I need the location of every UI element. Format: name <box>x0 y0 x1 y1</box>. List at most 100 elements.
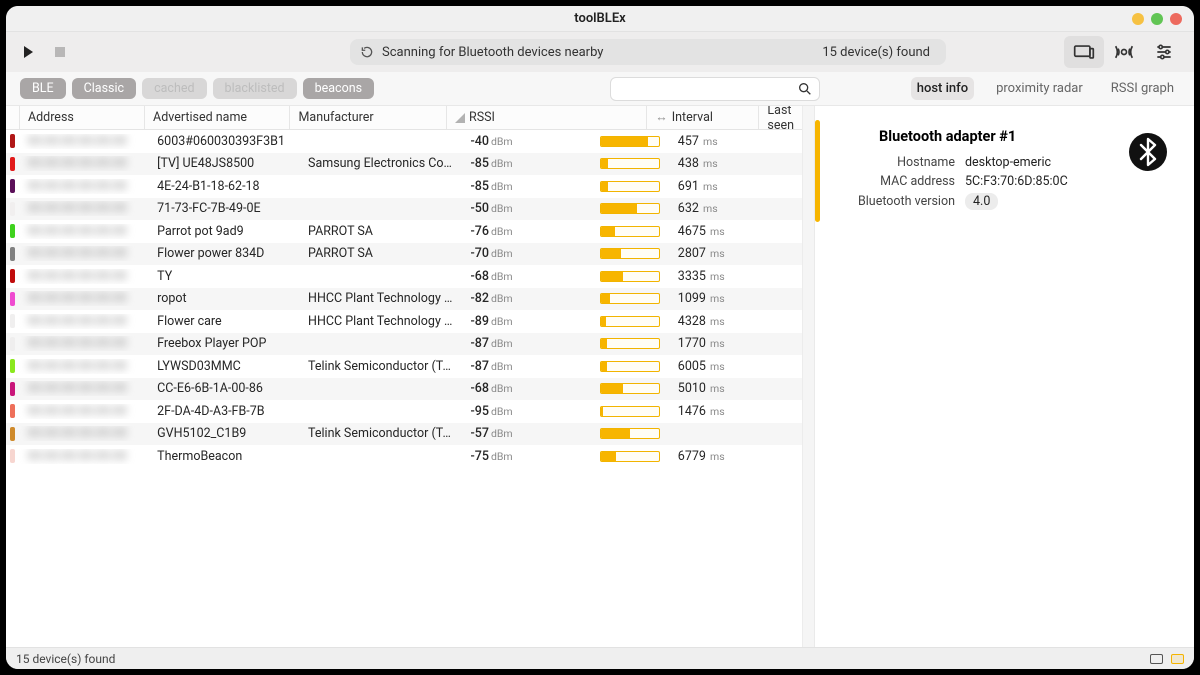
device-rssi: -82 dBm <box>462 291 592 306</box>
view-radar-button[interactable] <box>1104 36 1144 68</box>
device-address: 00:00:00:00:00:00 <box>27 246 126 261</box>
rssi-bar <box>592 316 670 327</box>
device-address: 00:00:00:00:00:00 <box>27 179 126 194</box>
settings-button[interactable] <box>1144 36 1184 68</box>
device-name: Freebox Player POP <box>149 336 300 351</box>
tab-RSSI-graph[interactable]: RSSI graph <box>1105 77 1180 100</box>
device-rssi: -85 dBm <box>462 156 592 171</box>
device-address: 00:00:00:00:00:00 <box>27 269 126 284</box>
filter-chip-blacklisted[interactable]: blacklisted <box>213 78 297 99</box>
device-address: 00:00:00:00:00:00 <box>27 404 126 419</box>
rssi-bar <box>592 383 670 394</box>
view-devices-button[interactable] <box>1064 36 1104 68</box>
device-rssi: -68 dBm <box>462 269 592 284</box>
rssi-bar <box>592 428 670 439</box>
tab-proximity-radar[interactable]: proximity radar <box>990 77 1089 100</box>
mac-value: 5C:F3:70:6D:85:0C <box>965 174 1068 189</box>
device-rssi: -89 dBm <box>462 314 592 329</box>
play-button[interactable] <box>16 40 40 64</box>
minimize-button[interactable] <box>1132 13 1144 25</box>
device-name: 71-73-FC-7B-49-0E <box>149 201 300 216</box>
rssi-bar <box>592 203 670 214</box>
toolbar: Scanning for Bluetooth devices nearby 15… <box>6 32 1194 72</box>
status-text: 15 device(s) found <box>16 652 115 666</box>
refresh-icon <box>360 45 374 59</box>
device-address: 00:00:00:00:00:00 <box>27 449 126 464</box>
table-row[interactable]: 00:00:00:00:00:00Flower power 834DPARROT… <box>6 243 802 266</box>
device-name: GVH5102_C1B9 <box>149 426 300 441</box>
filter-chip-classic[interactable]: Classic <box>72 78 136 99</box>
device-rssi: -87 dBm <box>462 336 592 351</box>
scrollbar[interactable] <box>802 106 814 647</box>
rssi-bar <box>592 406 670 417</box>
filter-chip-ble[interactable]: BLE <box>20 78 66 99</box>
scan-status-text: Scanning for Bluetooth devices nearby <box>382 45 603 60</box>
col-interval: ↔ Interval <box>646 106 758 129</box>
rssi-bar <box>592 248 670 259</box>
device-interval: 4328 ms <box>670 314 786 329</box>
stop-button[interactable] <box>48 40 72 64</box>
table-row[interactable]: 00:00:00:00:00:0071-73-FC-7B-49-0E-50 dB… <box>6 198 802 221</box>
device-rssi: -75 dBm <box>462 449 592 464</box>
table-row[interactable]: 00:00:00:00:00:004E-24-B1-18-62-18-85 dB… <box>6 175 802 198</box>
device-manufacturer: PARROT SA <box>300 246 462 261</box>
device-name: TY <box>149 269 300 284</box>
tab-host-info[interactable]: host info <box>911 77 974 100</box>
device-address: 00:00:00:00:00:00 <box>27 134 126 149</box>
device-address: 00:00:00:00:00:00 <box>27 224 126 239</box>
device-address: 00:00:00:00:00:00 <box>27 291 126 306</box>
maximize-button[interactable] <box>1151 13 1163 25</box>
device-table: Address Advertised name Manufacturer RSS… <box>6 106 802 647</box>
device-interval: 457 ms <box>670 134 786 149</box>
rssi-bar <box>592 181 670 192</box>
btver-value: 4.0 <box>965 193 998 210</box>
filter-chip-beacons[interactable]: beacons <box>303 78 374 99</box>
device-manufacturer: Telink Semiconductor (Taip… <box>300 426 462 441</box>
device-name: ThermoBeacon <box>149 449 300 464</box>
col-rssi: RSSI <box>446 106 571 129</box>
table-header[interactable]: Address Advertised name Manufacturer RSS… <box>6 106 802 130</box>
device-rssi: -95 dBm <box>462 404 592 419</box>
table-row[interactable]: 00:00:00:00:00:00LYWSD03MMCTelink Semico… <box>6 355 802 378</box>
table-row[interactable]: 00:00:00:00:00:00Parrot pot 9ad9PARROT S… <box>6 220 802 243</box>
device-rssi: -50 dBm <box>462 201 592 216</box>
scan-status-pill: Scanning for Bluetooth devices nearby 15… <box>350 39 946 65</box>
rssi-bar <box>592 338 670 349</box>
table-row[interactable]: 00:00:00:00:00:002F-DA-4D-A3-FB-7B-95 dB… <box>6 400 802 423</box>
device-address: 00:00:00:00:00:00 <box>27 314 126 329</box>
rssi-bar <box>592 271 670 282</box>
table-row[interactable]: 00:00:00:00:00:00 GVH5102_C1B9Telink Semi… <box>6 423 802 446</box>
rssi-bar <box>592 293 670 304</box>
device-address: 00:00:00:00:00:00 <box>27 426 126 441</box>
device-rssi: -68 dBm <box>462 381 592 396</box>
window-title: toolBLEx <box>574 11 626 26</box>
device-rssi: -87 dBm <box>462 359 592 374</box>
rssi-bar <box>592 451 670 462</box>
table-row[interactable]: 00:00:00:00:00:00CC-E6-6B-1A-00-86-68 dB… <box>6 378 802 401</box>
device-interval: 632 ms <box>670 201 786 216</box>
device-interval: 4675 ms <box>670 224 786 239</box>
table-row[interactable]: 00:00:00:00:00:00ThermoBeacon-75 dBm6779… <box>6 445 802 468</box>
search-input[interactable] <box>610 77 820 101</box>
table-row[interactable]: 00:00:00:00:00:00TY-68 dBm3335 ms <box>6 265 802 288</box>
device-interval: 1476 ms <box>670 404 786 419</box>
col-address: Address <box>19 106 144 129</box>
table-row[interactable]: 00:00:00:00:00:00Freebox Player POP-87 d… <box>6 333 802 356</box>
filter-chip-cached[interactable]: cached <box>142 78 206 99</box>
table-row[interactable]: 00:00:00:00:00:00Flower careHHCC Plant T… <box>6 310 802 333</box>
close-button[interactable] <box>1170 13 1182 25</box>
device-manufacturer: HHCC Plant Technology Co.… <box>300 314 462 329</box>
device-rssi: -76 dBm <box>462 224 592 239</box>
table-row[interactable]: 00:00:00:00:00:00[TV] UE48JS8500Samsung … <box>6 153 802 176</box>
layout-toggle-b[interactable] <box>1171 654 1184 664</box>
device-name: CC-E6-6B-1A-00-86 <box>149 381 300 396</box>
device-address: 00:00:00:00:00:00 <box>27 156 126 171</box>
rssi-bar <box>592 136 670 147</box>
layout-toggle-a[interactable] <box>1150 654 1163 664</box>
device-interval: 6005 ms <box>670 359 786 374</box>
table-row[interactable]: 00:00:00:00:00:006003#060030393F3B1-40 d… <box>6 130 802 153</box>
device-interval: 1099 ms <box>670 291 786 306</box>
device-name: ropot <box>149 291 300 306</box>
table-row[interactable]: 00:00:00:00:00:00ropotHHCC Plant Technol… <box>6 288 802 311</box>
interval-icon: ↔ <box>655 110 668 125</box>
